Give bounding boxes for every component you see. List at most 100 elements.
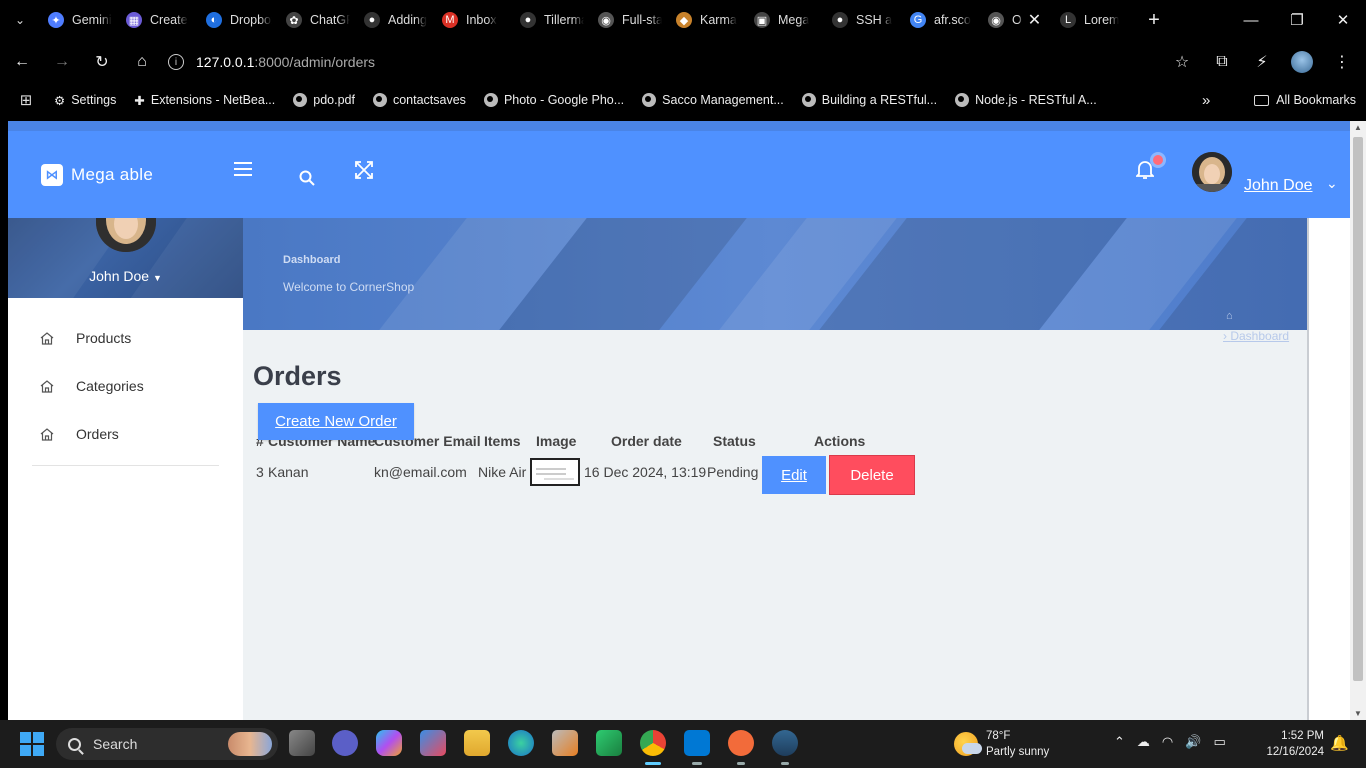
task-view-icon[interactable] bbox=[289, 730, 315, 756]
copilot-icon[interactable] bbox=[376, 730, 402, 756]
show-hidden-icons-chevron-icon[interactable]: ⌃ bbox=[1114, 734, 1125, 750]
extension-bolt-icon[interactable]: ⚡ bbox=[1246, 46, 1278, 78]
bookmark-item[interactable]: Node.js - RESTful A... bbox=[955, 93, 1097, 108]
tab-close-icon[interactable]: ✕ bbox=[1028, 10, 1041, 30]
bookmark-star-icon[interactable]: ☆ bbox=[1166, 46, 1198, 78]
page-scrollbar[interactable]: ▲ ▼ bbox=[1350, 121, 1366, 720]
url-host: 127.0.0.1 bbox=[196, 54, 255, 70]
site-info-icon[interactable]: i bbox=[168, 54, 184, 70]
extensions-puzzle-icon[interactable]: ⧉ bbox=[1206, 46, 1238, 78]
notification-center-bell-icon[interactable]: 🔔 bbox=[1330, 734, 1349, 752]
breadcrumb-link[interactable]: Dashboard bbox=[1230, 329, 1289, 343]
forward-arrow-icon[interactable]: → bbox=[44, 44, 80, 80]
header-user-avatar[interactable] bbox=[1192, 152, 1232, 192]
tab-title: Inbox bbox=[466, 13, 497, 27]
brand[interactable]: ⋈ Mega able bbox=[41, 164, 153, 186]
vscode-running-indicator bbox=[692, 762, 702, 765]
create-new-order-button[interactable]: Create New Order bbox=[258, 403, 414, 440]
toolbar-actions: ☆ ⧉ ⚡ ⋮ bbox=[1166, 44, 1358, 80]
minimize-icon[interactable]: — bbox=[1228, 0, 1274, 40]
scrollbar-thumb[interactable] bbox=[1353, 137, 1363, 681]
edge-browser-icon[interactable] bbox=[508, 730, 534, 756]
browser-tab[interactable]: ✿ ChatGPT bbox=[278, 0, 356, 40]
profile-avatar[interactable] bbox=[1286, 46, 1318, 78]
breadcrumb[interactable]: › Dashboard bbox=[1223, 329, 1289, 343]
all-bookmarks-button[interactable]: All Bookmarks bbox=[1254, 84, 1356, 116]
browser-tab[interactable]: ◉ Full-stack bbox=[590, 0, 668, 40]
browser-tab-strip: ⌄ ✦ Gemini ▦ Create ◐ Dropbox ✿ ChatGPT ● Adding M… bbox=[0, 0, 1366, 40]
browser-tab[interactable]: ◉ O ✕ bbox=[980, 0, 1052, 40]
tab-title: Gemini bbox=[72, 13, 112, 27]
browser-tab[interactable]: ◆ Karma bbox=[668, 0, 746, 40]
browser-tab[interactable]: ▣ Mega bbox=[746, 0, 824, 40]
breadcrumb-home-icon[interactable]: ⌂ bbox=[1226, 310, 1233, 322]
bookmark-item[interactable]: contactsaves bbox=[372, 93, 466, 108]
browser-tab[interactable]: ▦ Create bbox=[118, 0, 198, 40]
close-window-icon[interactable]: ✕ bbox=[1320, 0, 1366, 40]
tab-search-chevron-icon[interactable]: ⌄ bbox=[0, 0, 40, 40]
bookmark-item[interactable]: ⚙ Settings bbox=[54, 93, 116, 108]
cell-customer-name: Kanan bbox=[268, 464, 309, 480]
browser-tab[interactable]: ● Tillerman bbox=[512, 0, 590, 40]
bookmark-item[interactable]: Photo - Google Pho... bbox=[483, 93, 624, 108]
tab-favicon-icon: ✦ bbox=[48, 12, 64, 28]
header-user-name[interactable]: John Doe bbox=[1244, 177, 1313, 195]
windows-start-icon[interactable] bbox=[20, 732, 44, 756]
chrome-browser-icon[interactable] bbox=[640, 730, 666, 756]
weather-widget[interactable]: 78°F Partly sunny bbox=[954, 728, 1049, 760]
scroll-up-arrow-icon[interactable]: ▲ bbox=[1354, 123, 1362, 132]
volume-icon[interactable]: 🔊 bbox=[1185, 734, 1201, 750]
bookmark-label: Node.js - RESTful A... bbox=[975, 93, 1097, 107]
sidebar-item-orders[interactable]: Orders bbox=[8, 410, 243, 458]
browser-menu-icon[interactable]: ⋮ bbox=[1326, 46, 1358, 78]
wifi-icon[interactable]: ◠ bbox=[1162, 734, 1173, 750]
browser-tab[interactable]: M Inbox bbox=[434, 0, 512, 40]
bookmark-label: contactsaves bbox=[392, 93, 466, 107]
browser-tab[interactable]: ● Adding bbox=[356, 0, 434, 40]
browser-tab[interactable]: L Lorem bbox=[1052, 0, 1136, 40]
microsoft-store-icon[interactable] bbox=[420, 730, 446, 756]
browser-tab[interactable]: ◐ Dropbox bbox=[198, 0, 278, 40]
browser-tab[interactable]: ● SSH a bbox=[824, 0, 902, 40]
home-icon[interactable]: ⌂ bbox=[124, 44, 160, 80]
restore-icon[interactable]: ❐ bbox=[1274, 0, 1320, 40]
windows-taskbar: Search 78°F Partly sunny ⌃ ☁ ◠ 🔊 ▭ 1:52 … bbox=[0, 720, 1366, 768]
edit-order-button[interactable]: Edit bbox=[762, 456, 826, 494]
bookmark-item[interactable]: Building a RESTful... bbox=[801, 93, 937, 108]
new-tab-button[interactable]: + bbox=[1136, 0, 1172, 40]
main-content: Dashboard Welcome to CornerShop ⌂ › Dash… bbox=[243, 218, 1307, 720]
browser-tab[interactable]: ✦ Gemini bbox=[40, 0, 118, 40]
scroll-down-arrow-icon[interactable]: ▼ bbox=[1354, 709, 1362, 718]
apps-grid-icon[interactable]: ⊞ bbox=[6, 91, 46, 109]
sidebar-user-name[interactable]: John Doe ▼ bbox=[8, 268, 243, 284]
delete-order-button[interactable]: Delete bbox=[829, 455, 915, 495]
bookmark-item[interactable]: Sacco Management... bbox=[642, 93, 784, 108]
user-dropdown-chevron-icon[interactable]: ⌄ bbox=[1326, 175, 1338, 192]
file-explorer-icon[interactable] bbox=[464, 730, 490, 756]
reload-icon[interactable]: ↻ bbox=[84, 44, 120, 80]
taskbar-search-box[interactable]: Search bbox=[56, 728, 278, 760]
bookmark-item[interactable]: ✚ Extensions - NetBea... bbox=[134, 93, 275, 108]
search-icon[interactable] bbox=[295, 166, 319, 190]
taskbar-clock[interactable]: 1:52 PM 12/16/2024 bbox=[1258, 728, 1324, 760]
sidebar-item-products[interactable]: Products bbox=[8, 314, 243, 362]
postgres-elephant-icon[interactable] bbox=[772, 730, 798, 756]
fullscreen-icon[interactable] bbox=[352, 158, 376, 182]
browser-tab[interactable]: Gafr.sco bbox=[902, 0, 980, 40]
back-arrow-icon[interactable]: ← bbox=[4, 44, 40, 80]
more-bookmarks-chevron-icon[interactable]: » bbox=[1202, 84, 1210, 116]
vscode-icon[interactable] bbox=[684, 730, 710, 756]
address-bar[interactable]: i 127.0.0.1:8000/admin/orders bbox=[158, 46, 1188, 78]
sidebar-item-categories[interactable]: Categories bbox=[8, 362, 243, 410]
hamburger-menu-icon[interactable] bbox=[231, 157, 255, 181]
battery-icon[interactable]: ▭ bbox=[1213, 734, 1225, 750]
onedrive-off-icon[interactable]: ☁ bbox=[1137, 734, 1150, 750]
meet-chat-icon[interactable] bbox=[332, 730, 358, 756]
tab-title: Dropbox bbox=[230, 13, 272, 27]
stocks-app-icon[interactable] bbox=[596, 730, 622, 756]
weather-description: Partly sunny bbox=[986, 746, 1050, 758]
column-header-actions: Actions bbox=[814, 433, 866, 449]
photos-app-icon[interactable] bbox=[552, 730, 578, 756]
bookmark-item[interactable]: pdo.pdf bbox=[293, 93, 355, 108]
postman-icon[interactable] bbox=[728, 730, 754, 756]
